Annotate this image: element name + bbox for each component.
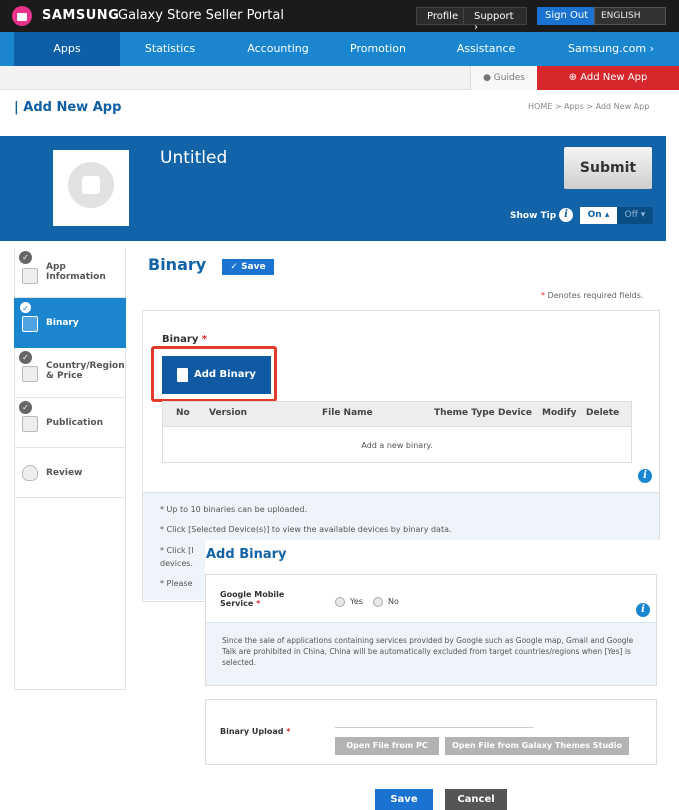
breadcrumb: HOME > Apps > Add New App bbox=[528, 102, 650, 111]
binary-upload-label: Binary Upload * bbox=[220, 727, 290, 736]
sidebar-filler bbox=[14, 498, 126, 690]
sidebar-item-binary[interactable]: ✓ Binary bbox=[14, 298, 126, 348]
gms-no-radio[interactable] bbox=[373, 597, 383, 607]
add-new-app-label: Add New App bbox=[580, 72, 648, 83]
save-button[interactable]: Save bbox=[375, 789, 433, 810]
info-icon[interactable]: i bbox=[636, 603, 650, 617]
sidebar-item-label: App Information bbox=[46, 262, 106, 282]
col-device: Device bbox=[498, 408, 532, 418]
tip-line: * Up to 10 binaries can be uploaded. bbox=[160, 505, 307, 514]
sidebar-item-app-information[interactable]: ✓ App Information bbox=[14, 248, 126, 298]
cancel-button[interactable]: Cancel bbox=[445, 789, 507, 810]
galaxy-store-logo-icon[interactable] bbox=[12, 6, 32, 26]
app-info-icon bbox=[22, 268, 38, 284]
table-empty-message: Add a new binary. bbox=[361, 441, 433, 450]
required-star: * bbox=[201, 334, 208, 345]
binary-file-input[interactable] bbox=[335, 711, 533, 728]
sidebar-item-label: Review bbox=[46, 468, 83, 478]
upload-label-text: Binary Upload bbox=[220, 727, 284, 736]
app-name: Untitled bbox=[160, 148, 228, 168]
nav-accounting[interactable]: Accounting bbox=[226, 32, 330, 66]
gms-note: Since the sale of applications containin… bbox=[206, 622, 656, 685]
language-value: ENGLISH bbox=[601, 11, 641, 21]
tip-line: devices. bbox=[160, 559, 193, 568]
tip-line: * Please bbox=[160, 579, 193, 588]
required-note-text: Denotes required fields. bbox=[547, 291, 644, 300]
sidebar-item-review[interactable]: Review bbox=[14, 448, 126, 498]
nav-apps[interactable]: Apps bbox=[14, 32, 120, 66]
page-title-text: Add New App bbox=[23, 100, 122, 115]
binary-label-text: Binary bbox=[162, 334, 199, 345]
tip-line: * Click [I bbox=[160, 546, 194, 555]
support-link[interactable]: Support › bbox=[463, 7, 527, 33]
col-file-name: File Name bbox=[322, 408, 373, 418]
shopping-bag-icon bbox=[68, 162, 114, 208]
nav-assistance[interactable]: Assistance bbox=[436, 32, 536, 66]
plus-circle-icon: ⊕ bbox=[568, 72, 578, 83]
submit-button[interactable]: Submit bbox=[564, 147, 652, 189]
binary-icon bbox=[22, 316, 38, 332]
info-icon[interactable]: i bbox=[638, 469, 652, 483]
calendar-icon bbox=[22, 416, 38, 432]
gms-yes-label: Yes bbox=[350, 597, 363, 606]
language-select[interactable]: ENGLISH bbox=[594, 7, 666, 25]
show-tip-label: Show Tip bbox=[510, 211, 557, 221]
guides-label: Guides bbox=[493, 73, 525, 83]
nav-promotion[interactable]: Promotion bbox=[330, 32, 426, 66]
nav-samsung-com[interactable]: Samsung.com › bbox=[552, 32, 670, 66]
check-icon: ✓ bbox=[19, 301, 32, 314]
required-star: * bbox=[256, 599, 261, 608]
required-star: * bbox=[286, 727, 291, 736]
gms-label-text: Google Mobile Service bbox=[220, 590, 285, 608]
check-icon: ✓ bbox=[19, 351, 32, 364]
sidebar-item-country-region-price[interactable]: ✓ Country/Region & Price bbox=[14, 348, 126, 398]
dialog-title: Add Binary bbox=[206, 547, 287, 562]
brand-subtitle: Galaxy Store Seller Portal bbox=[118, 8, 284, 23]
document-icon bbox=[177, 368, 188, 382]
open-file-from-themes-studio-button[interactable]: Open File from Galaxy Themes Studio bbox=[445, 737, 629, 755]
col-delete: Delete bbox=[586, 408, 620, 418]
seller-portal-page: SAMSUNG Galaxy Store Seller Portal Profi… bbox=[0, 0, 679, 810]
guides-icon: ● bbox=[483, 73, 491, 83]
brand-name: SAMSUNG bbox=[42, 8, 120, 23]
guides-button[interactable]: ● Guides bbox=[470, 66, 537, 90]
gms-no-label: No bbox=[388, 597, 399, 606]
tip-on-toggle[interactable]: On ▴ bbox=[580, 207, 617, 224]
gms-label: Google Mobile Service * bbox=[220, 590, 310, 608]
sidebar-item-label: Publication bbox=[46, 418, 104, 428]
shield-icon bbox=[22, 465, 38, 481]
sidebar-item-label: Binary bbox=[46, 318, 79, 328]
check-icon: ✓ bbox=[19, 251, 32, 264]
open-file-from-pc-button[interactable]: Open File from PC bbox=[335, 737, 439, 755]
tip-line: * Click [Selected Device(s)] to view the… bbox=[160, 525, 452, 534]
required-star: * bbox=[541, 291, 545, 300]
gms-yes-radio[interactable] bbox=[335, 597, 345, 607]
sign-out-button[interactable]: Sign Out bbox=[537, 7, 597, 25]
sidebar-item-label: Country/Region & Price bbox=[46, 361, 125, 381]
col-no: No bbox=[176, 408, 190, 418]
page-title: | Add New App bbox=[14, 100, 122, 115]
required-note: * Denotes required fields. bbox=[541, 291, 643, 300]
col-version: Version bbox=[209, 408, 248, 418]
check-icon: ✓ bbox=[19, 401, 32, 414]
add-new-app-button[interactable]: ⊕ Add New App bbox=[537, 66, 679, 90]
info-icon[interactable]: i bbox=[559, 208, 573, 222]
col-theme-type: Theme Type bbox=[434, 408, 495, 418]
binary-field-label: Binary * bbox=[162, 334, 207, 345]
tip-off-toggle[interactable]: Off ▾ bbox=[617, 207, 653, 224]
col-modify: Modify bbox=[542, 408, 577, 418]
nav-statistics[interactable]: Statistics bbox=[122, 32, 218, 66]
section-title: Binary bbox=[148, 255, 207, 274]
profile-link[interactable]: Profile bbox=[416, 7, 470, 25]
price-icon bbox=[22, 366, 38, 382]
sidebar-item-publication[interactable]: ✓ Publication bbox=[14, 398, 126, 448]
save-section-button[interactable]: ✓ Save bbox=[222, 259, 274, 275]
